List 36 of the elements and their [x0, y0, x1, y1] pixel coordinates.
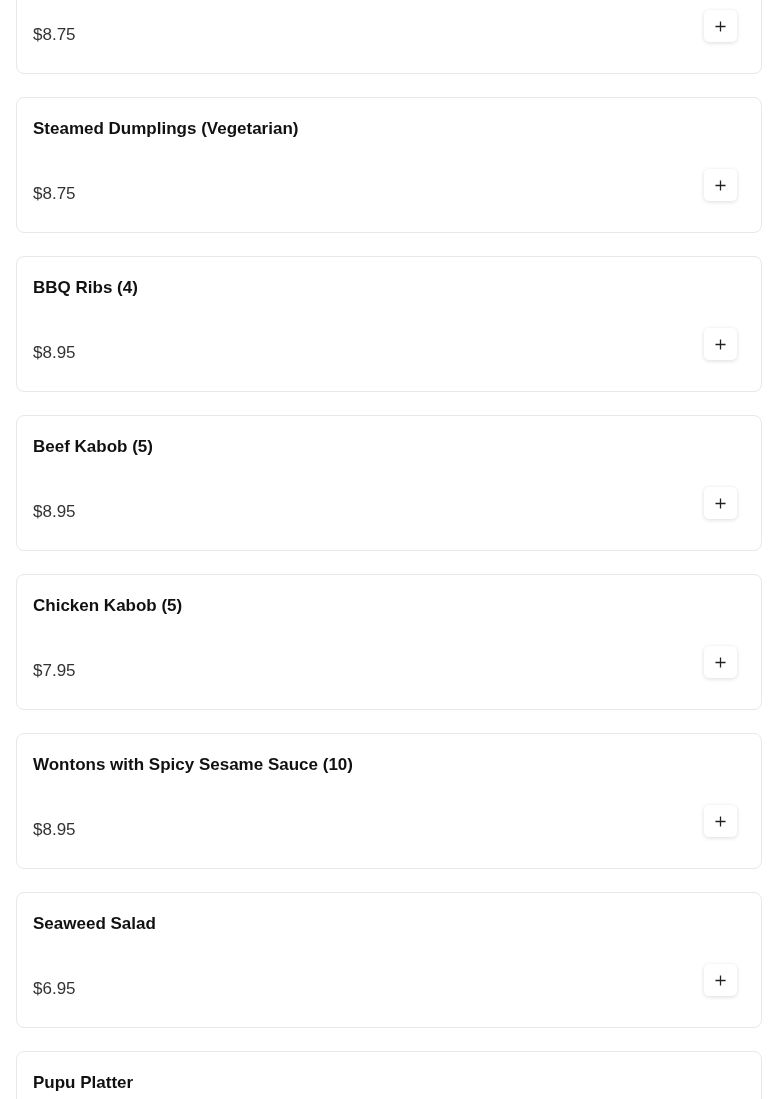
add-button[interactable] [704, 646, 737, 678]
menu-item-card[interactable]: Chicken Kabob (5) $7.95 [16, 574, 762, 710]
menu-item-card[interactable]: Beef Kabob (5) $8.95 [16, 415, 762, 551]
menu-item-card[interactable]: $8.75 [16, 0, 762, 74]
item-name: Wontons with Spicy Sesame Sauce (10) [33, 754, 354, 776]
item-name: BBQ Ribs (4) [33, 277, 139, 299]
add-button[interactable] [704, 169, 737, 201]
item-price: $8.95 [33, 342, 76, 364]
item-price: $8.75 [33, 183, 76, 205]
add-button[interactable] [704, 964, 737, 996]
menu-item-card[interactable]: Pupu Platter [16, 1051, 762, 1099]
item-name: Chicken Kabob (5) [33, 595, 184, 617]
plus-icon [715, 497, 726, 509]
plus-icon [715, 338, 726, 350]
item-price: $7.95 [33, 660, 76, 682]
item-price: $8.75 [33, 24, 76, 46]
menu-item-card[interactable]: Seaweed Salad $6.95 [16, 892, 762, 1028]
plus-icon [715, 815, 726, 827]
item-name: Seaweed Salad [33, 913, 157, 935]
menu-item-card[interactable]: BBQ Ribs (4) $8.95 [16, 256, 762, 392]
plus-icon [715, 974, 726, 986]
add-button[interactable] [704, 805, 737, 837]
item-name: Pupu Platter [33, 1072, 135, 1094]
menu-item-card[interactable]: Wontons with Spicy Sesame Sauce (10) $8.95 [16, 733, 762, 869]
plus-icon [715, 656, 726, 668]
menu-item-card[interactable]: Steamed Dumplings (Vegetarian) $8.75 [16, 97, 762, 233]
item-price: $8.95 [33, 819, 76, 841]
item-price: $6.95 [33, 978, 76, 1000]
item-name: Beef Kabob (5) [33, 436, 154, 458]
plus-icon [715, 20, 726, 32]
add-button[interactable] [704, 10, 737, 42]
plus-icon [715, 179, 726, 191]
item-name: Steamed Dumplings (Vegetarian) [33, 118, 300, 140]
add-button[interactable] [704, 328, 737, 360]
item-price: $8.95 [33, 501, 76, 523]
add-button[interactable] [704, 487, 737, 519]
